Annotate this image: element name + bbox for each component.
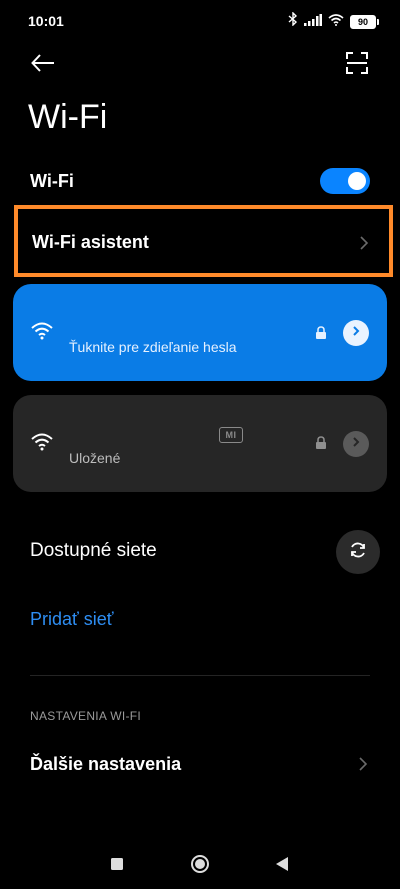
more-settings-label: Ďalšie nastavenia [30,754,182,774]
battery-icon: 90 [350,14,379,29]
qr-scan-icon [346,51,368,79]
available-networks-row: Dostupné siete [30,530,380,574]
mi-badge-icon: MI [219,427,243,443]
wifi-toggle-row[interactable]: Wi-Fi [30,166,370,196]
refresh-button[interactable] [336,530,380,574]
lock-icon [315,326,327,340]
status-bar: 10:01 90 [0,0,400,40]
network-details-button[interactable] [343,431,369,457]
back-icon [275,856,289,877]
network-subtitle: Uložené [69,450,121,466]
section-header-wifi-settings: NASTAVENIA WI-FI [30,709,142,723]
status-icons: 90 [288,11,379,31]
signal-icon [304,13,322,31]
wifi-signal-icon [31,322,53,340]
network-details-button[interactable] [343,320,369,346]
more-settings-row[interactable]: Ďalšie nastavenia [30,750,370,780]
network-subtitle: Ťuknite pre zdieľanie hesla [69,339,237,355]
back-button[interactable] [26,50,60,80]
recent-apps-icon [110,857,124,876]
chevron-right-icon [351,324,361,342]
wifi-toggle-label: Wi-Fi [30,171,74,191]
toggle-knob [348,172,366,190]
add-network-link[interactable]: Pridať sieť [30,609,114,630]
chevron-right-icon [351,435,361,453]
back-arrow-icon [31,53,55,77]
wifi-signal-icon [31,433,53,451]
status-time: 10:01 [28,13,64,29]
connected-network-card[interactable]: Ťuknite pre zdieľanie hesla [13,284,387,381]
bluetooth-icon [288,11,298,31]
wifi-toggle-switch[interactable] [320,168,370,194]
home-icon [190,854,210,879]
page-title: Wi-Fi [28,98,108,136]
chevron-right-icon [357,233,371,253]
wifi-assistant-row[interactable]: Wi-Fi asistent [14,205,393,277]
wifi-icon [328,13,344,31]
available-networks-label: Dostupné siete [30,540,157,561]
back-nav-button[interactable] [270,854,294,878]
saved-network-card[interactable]: MI Uložené [13,395,387,492]
divider [30,675,370,676]
top-bar [0,44,400,84]
refresh-icon [348,540,368,565]
home-button[interactable] [188,854,212,878]
navigation-bar [0,840,400,889]
lock-icon [315,436,327,450]
scan-button[interactable] [342,50,372,80]
recent-apps-button[interactable] [105,854,129,878]
chevron-right-icon [356,754,370,774]
wifi-assistant-label: Wi-Fi asistent [32,232,149,252]
